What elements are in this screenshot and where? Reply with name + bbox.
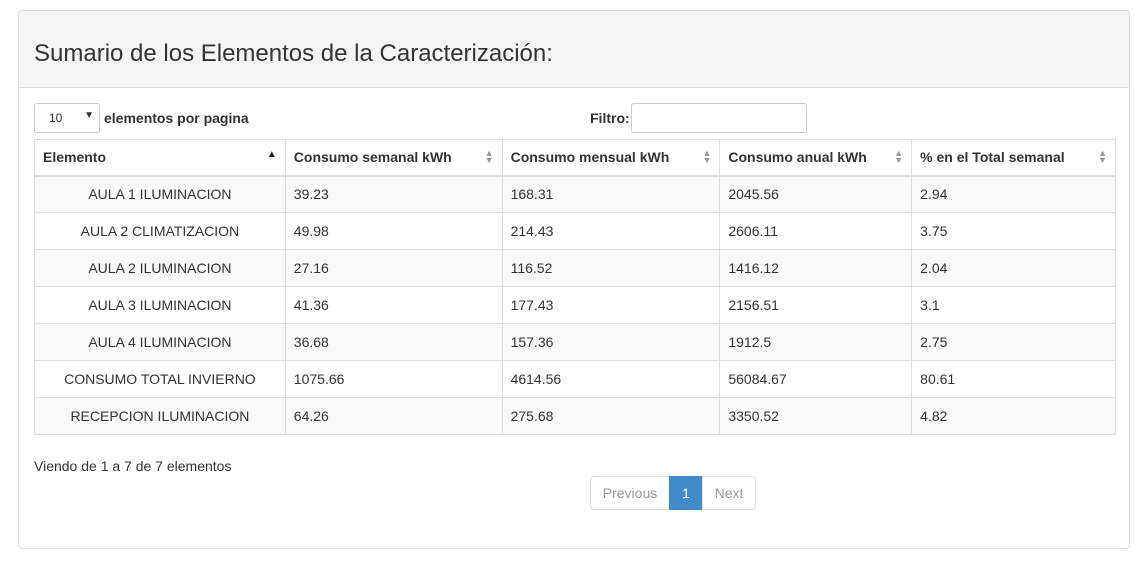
cell-consumo-mensual: 168.31 xyxy=(501,175,721,213)
table-info: Viendo de 1 a 7 de 7 elementos xyxy=(34,458,232,474)
page-length-select[interactable]: 10 ▼ xyxy=(34,103,100,133)
cell-consumo-mensual: 275.68 xyxy=(501,397,721,435)
pagination: Previous 1 Next xyxy=(590,476,756,510)
sort-both-icon: ▲ ▼ xyxy=(484,148,494,165)
cell-consumo-mensual: 177.43 xyxy=(501,286,721,324)
sort-both-icon: ▲ ▼ xyxy=(1098,148,1107,165)
table-row: AULA 1 ILUMINACION 39.23 168.31 2045.56 … xyxy=(34,175,1116,213)
table-row: RECEPCION ILUMINACION 64.26 275.68 3350.… xyxy=(34,397,1116,435)
cell-porcentaje: 80.61 xyxy=(911,360,1116,398)
column-header-label: Consumo semanal kWh xyxy=(293,149,452,166)
cell-elemento: AULA 1 ILUMINACION xyxy=(34,175,286,213)
table-row: AULA 3 ILUMINACION 41.36 177.43 2156.51 … xyxy=(34,286,1116,324)
filter-input[interactable] xyxy=(630,103,807,133)
cell-elemento: AULA 3 ILUMINACION xyxy=(34,286,286,324)
sort-both-icon: ▲ ▼ xyxy=(894,148,904,165)
page-length-value: 10 xyxy=(49,111,63,125)
cell-consumo-semanal: 49.98 xyxy=(284,212,503,250)
cell-consumo-mensual: 4614.56 xyxy=(501,360,721,398)
panel-heading: Sumario de los Elementos de la Caracteri… xyxy=(19,11,1129,88)
cell-consumo-anual: 2156.51 xyxy=(719,286,913,324)
chevron-down-icon: ▼ xyxy=(84,110,94,121)
column-header-label: Consumo anual kWh xyxy=(728,149,867,166)
cell-porcentaje: 2.75 xyxy=(911,323,1116,361)
cell-consumo-mensual: 157.36 xyxy=(501,323,721,361)
cell-porcentaje: 3.75 xyxy=(911,212,1116,250)
summary-panel: Sumario de los Elementos de la Caracteri… xyxy=(18,10,1130,549)
column-header-label: Elemento xyxy=(43,149,107,166)
cell-consumo-anual: 1416.12 xyxy=(719,249,913,287)
cell-consumo-semanal: 36.68 xyxy=(284,323,503,361)
column-header-porcentaje-total[interactable]: % en el Total semanal ▲ ▼ xyxy=(911,139,1116,177)
column-header-consumo-anual[interactable]: Consumo anual kWh ▲ ▼ xyxy=(719,139,913,177)
sort-both-icon: ▲ ▼ xyxy=(702,148,712,165)
table-header-row: Elemento ▲ Consumo semanal kWh ▲ ▼ Consum… xyxy=(34,139,1116,177)
column-header-consumo-mensual[interactable]: Consumo mensual kWh ▲ ▼ xyxy=(501,139,721,177)
cell-porcentaje: 2.04 xyxy=(911,249,1116,287)
cell-consumo-anual: 3350.52 xyxy=(719,397,913,435)
cell-elemento: RECEPCION ILUMINACION xyxy=(34,397,286,435)
table-row: AULA 2 ILUMINACION 27.16 116.52 1416.12 … xyxy=(34,249,1116,287)
cell-consumo-anual: 56084.67 xyxy=(719,360,913,398)
cell-consumo-mensual: 214.43 xyxy=(501,212,721,250)
page-length-label: elementos por pagina xyxy=(104,110,249,126)
table-row: CONSUMO TOTAL INVIERNO 1075.66 4614.56 5… xyxy=(34,360,1116,398)
table-row: AULA 4 ILUMINACION 36.68 157.36 1912.5 2… xyxy=(34,323,1116,361)
column-header-consumo-semanal[interactable]: Consumo semanal kWh ▲ ▼ xyxy=(284,139,503,177)
column-header-elemento[interactable]: Elemento ▲ xyxy=(34,139,286,177)
page-length-control: 10 ▼ elementos por pagina xyxy=(34,103,249,133)
filter-label: Filtro: xyxy=(590,110,630,126)
cell-elemento: AULA 2 ILUMINACION xyxy=(34,249,286,287)
cell-porcentaje: 4.82 xyxy=(911,397,1116,435)
cell-elemento: AULA 4 ILUMINACION xyxy=(34,323,286,361)
column-header-label: Consumo mensual kWh xyxy=(510,149,670,166)
page-title: Sumario de los Elementos de la Caracteri… xyxy=(34,40,553,67)
cell-consumo-semanal: 41.36 xyxy=(284,286,503,324)
cell-consumo-semanal: 1075.66 xyxy=(284,360,503,398)
next-page-button[interactable]: Next xyxy=(702,476,756,510)
cell-consumo-semanal: 64.26 xyxy=(284,397,503,435)
filter-control: Filtro: xyxy=(590,103,807,133)
cell-consumo-mensual: 116.52 xyxy=(501,249,721,287)
previous-page-button[interactable]: Previous xyxy=(590,476,670,510)
cell-consumo-anual: 2606.11 xyxy=(719,212,913,250)
sort-asc-icon: ▲ xyxy=(266,149,277,160)
cell-porcentaje: 2.94 xyxy=(911,175,1116,213)
cell-elemento: AULA 2 CLIMATIZACION xyxy=(34,212,286,250)
summary-table: Elemento ▲ Consumo semanal kWh ▲ ▼ Consum… xyxy=(34,139,1116,435)
page-1-button[interactable]: 1 xyxy=(669,476,703,510)
cell-consumo-anual: 2045.56 xyxy=(719,175,913,213)
table-row: AULA 2 CLIMATIZACION 49.98 214.43 2606.1… xyxy=(34,212,1116,250)
cell-consumo-semanal: 39.23 xyxy=(284,175,503,213)
cell-consumo-semanal: 27.16 xyxy=(284,249,503,287)
cell-elemento: CONSUMO TOTAL INVIERNO xyxy=(34,360,286,398)
column-header-label: % en el Total semanal xyxy=(920,149,1065,166)
cell-porcentaje: 3.1 xyxy=(911,286,1116,324)
cell-consumo-anual: 1912.5 xyxy=(719,323,913,361)
